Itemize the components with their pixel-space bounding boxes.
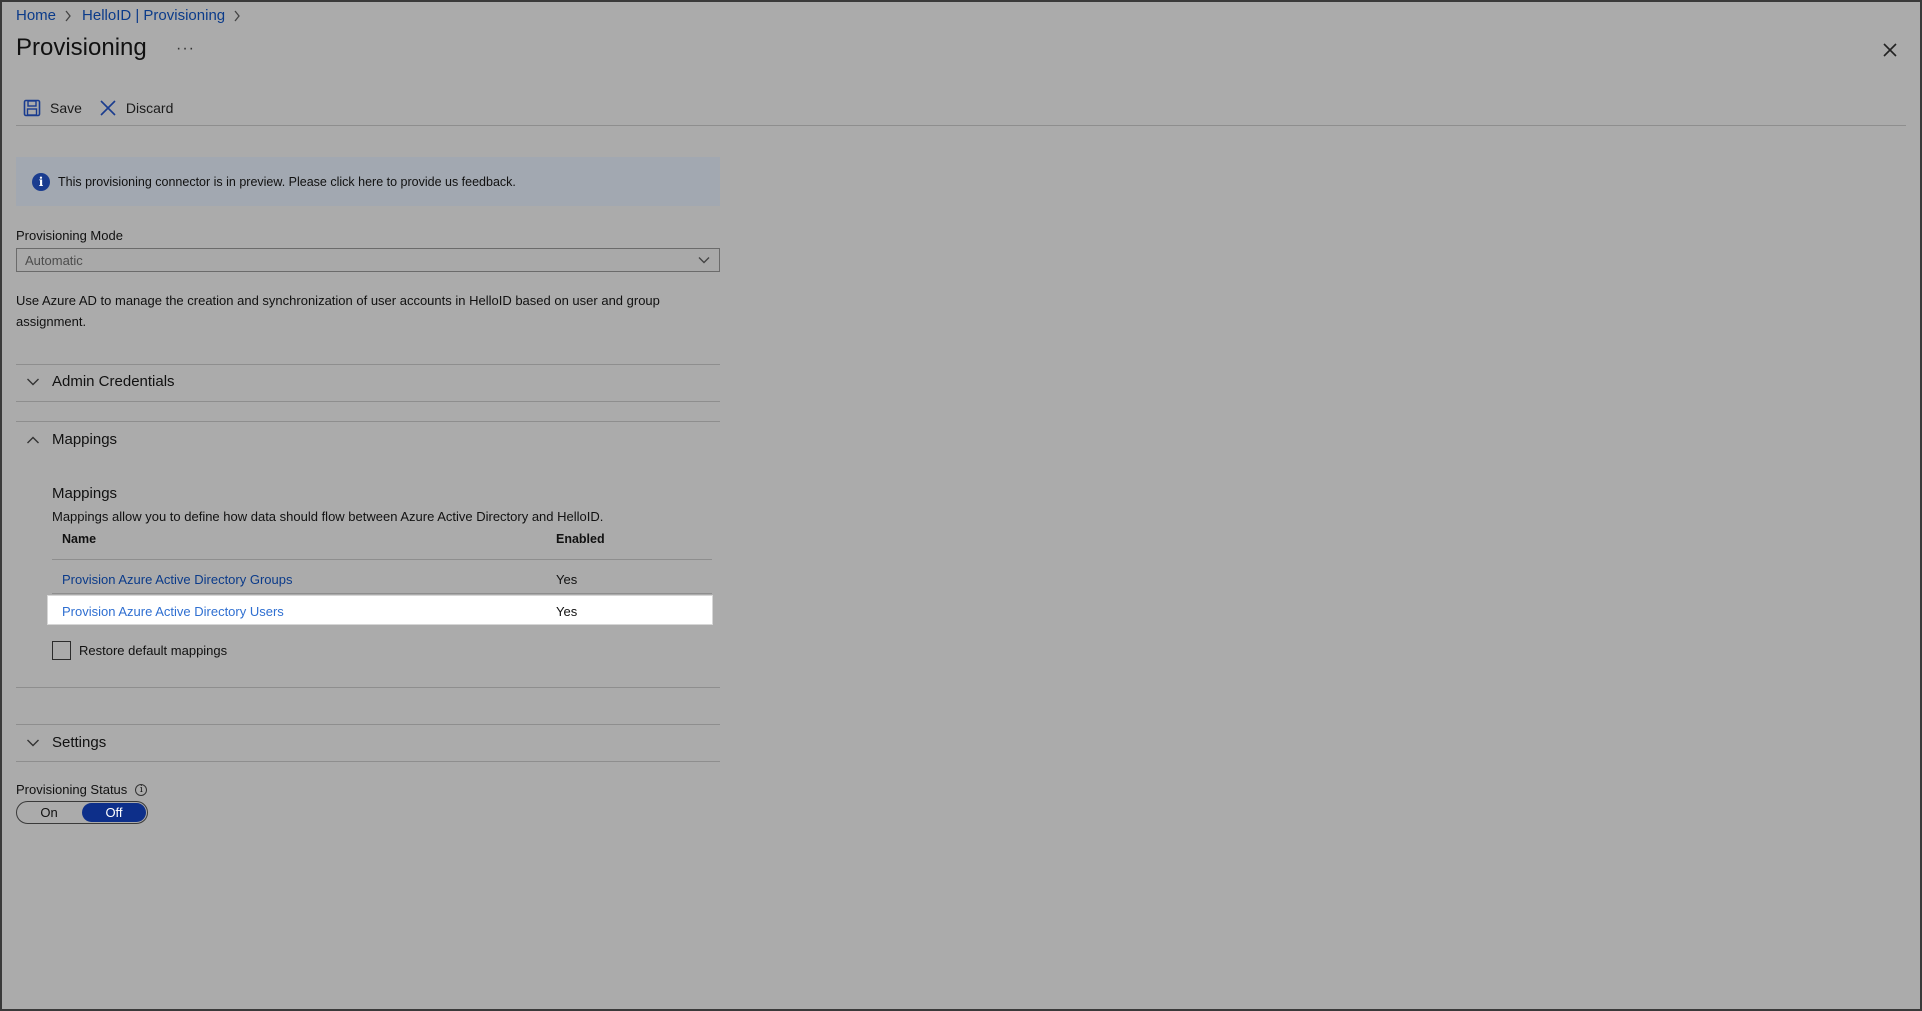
section-divider: [16, 687, 720, 688]
chevron-right-icon: [233, 9, 243, 23]
page-title: Provisioning: [16, 34, 147, 61]
save-icon: [23, 99, 41, 117]
provisioning-mode-dropdown[interactable]: Automatic: [16, 248, 720, 272]
info-icon[interactable]: i: [135, 783, 148, 796]
chevron-right-icon: [64, 9, 74, 23]
mappings-title: Mappings: [52, 485, 118, 502]
mapping-enabled-value: Yes: [556, 604, 578, 619]
chevron-down-icon: [27, 378, 39, 385]
section-divider: [16, 364, 720, 365]
mapping-name-link[interactable]: Provision Azure Active Directory Groups: [62, 572, 292, 587]
info-icon: i: [32, 172, 50, 191]
table-row[interactable]: Provision Azure Active Directory Groups …: [52, 564, 712, 594]
discard-label: Discard: [125, 100, 174, 116]
provisioning-mode-value: Automatic: [25, 252, 83, 268]
section-divider: [16, 761, 720, 762]
column-header-name: Name: [62, 532, 97, 546]
blade-frame: [0, 0, 1922, 1011]
section-mappings[interactable]: Mappings: [26, 431, 117, 448]
more-options-icon[interactable]: ···: [176, 40, 195, 58]
save-button[interactable]: Save: [22, 98, 82, 118]
section-mappings-label: Mappings: [52, 431, 118, 448]
discard-icon: [100, 100, 116, 116]
provisioning-mode-label: Provisioning Mode: [16, 228, 123, 243]
mappings-description: Mappings allow you to define how data sh…: [52, 509, 604, 524]
chevron-down-icon: [27, 739, 39, 746]
toggle-on-option[interactable]: On: [17, 802, 81, 823]
save-label: Save: [50, 100, 82, 116]
section-divider: [16, 421, 720, 422]
restore-default-checkbox[interactable]: [52, 641, 71, 660]
breadcrumb: Home HelloID | Provisioning: [16, 7, 251, 24]
section-divider: [16, 724, 720, 725]
section-admin-credentials-label: Admin Credentials: [52, 373, 175, 390]
section-settings-label: Settings: [52, 734, 107, 751]
toggle-off-option[interactable]: Off: [82, 803, 146, 822]
command-bar: Save Discard: [22, 98, 189, 118]
provisioning-status-toggle[interactable]: On Off: [16, 801, 148, 824]
section-admin-credentials[interactable]: Admin Credentials: [26, 373, 175, 390]
breadcrumb-app[interactable]: HelloID | Provisioning: [82, 7, 225, 24]
section-divider: [16, 401, 720, 402]
table-row[interactable]: Provision Azure Active Directory Users Y…: [47, 595, 713, 625]
discard-button[interactable]: Discard: [98, 98, 173, 118]
breadcrumb-home[interactable]: Home: [16, 7, 56, 24]
restore-default-label: Restore default mappings: [79, 643, 228, 658]
provisioning-mode-description: Use Azure AD to manage the creation and …: [16, 293, 660, 329]
close-icon[interactable]: [1880, 40, 1900, 60]
provisioning-status-text: Provisioning Status: [16, 782, 128, 797]
preview-banner[interactable]: i This provisioning connector is in prev…: [16, 157, 720, 206]
toolbar-divider: [16, 125, 1906, 126]
restore-default-mappings[interactable]: Restore default mappings: [52, 641, 227, 660]
provisioning-status-label: Provisioning Status i: [16, 782, 148, 797]
banner-text: This provisioning connector is in previe…: [58, 174, 516, 189]
chevron-up-icon: [27, 436, 39, 443]
section-settings[interactable]: Settings: [26, 734, 106, 751]
table-divider: [52, 593, 712, 594]
column-header-enabled: Enabled: [556, 532, 605, 546]
table-divider: [52, 559, 712, 560]
mapping-name-link[interactable]: Provision Azure Active Directory Users: [62, 604, 284, 619]
mapping-enabled-value: Yes: [556, 572, 578, 587]
chevron-down-icon: [698, 257, 710, 264]
